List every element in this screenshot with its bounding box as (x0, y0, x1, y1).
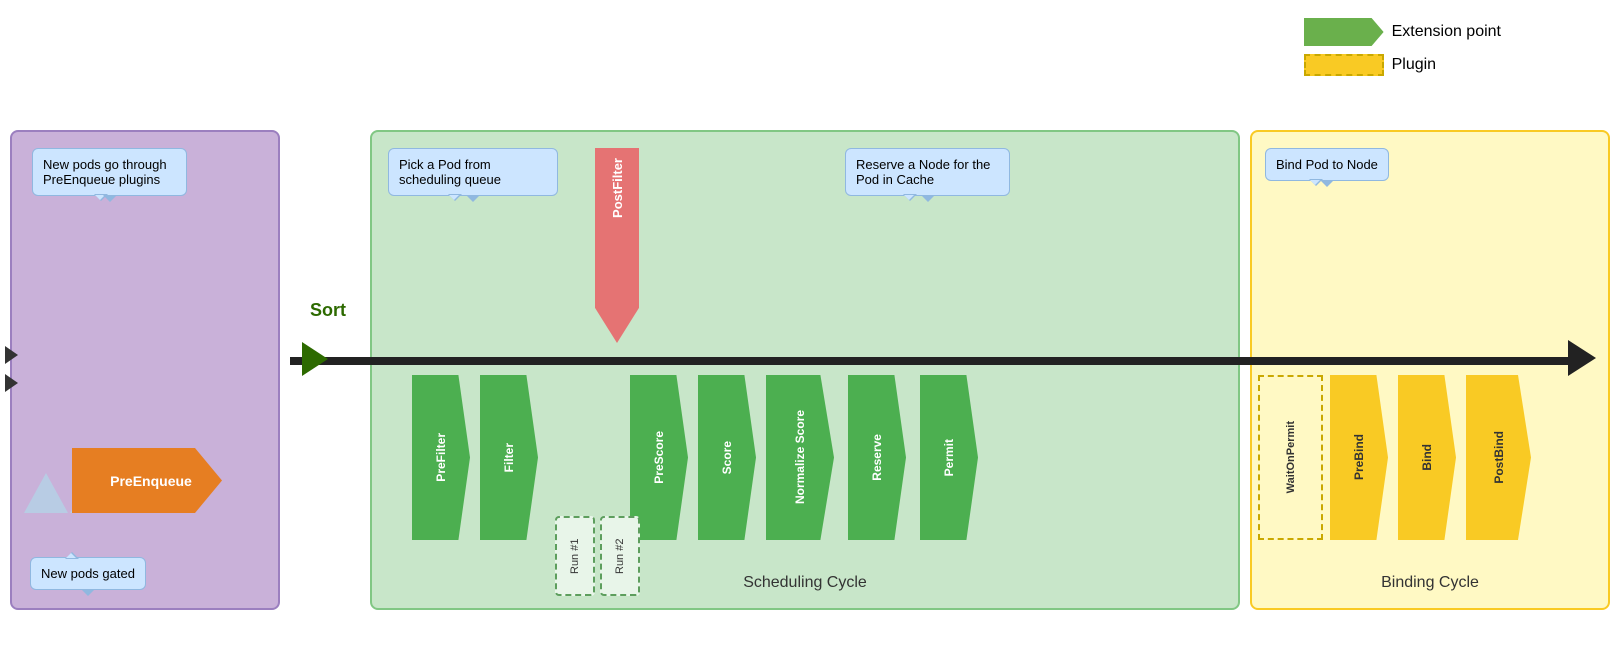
scheduling-cycle-label: Scheduling Cycle (743, 574, 867, 592)
triangle-1 (24, 473, 68, 513)
post-filter-plugin: PostFilter (595, 148, 639, 343)
binding-cycle-label: Binding Cycle (1381, 574, 1479, 592)
reserve-label: Reserve (870, 434, 884, 481)
wait-on-permit: WaitOnPermit (1258, 375, 1323, 540)
main-diagram: Extension point Plugin Scheduling Cycle … (0, 0, 1621, 668)
score-plugin: Score (698, 375, 756, 540)
bubble-gated: New pods gated (30, 557, 185, 590)
bubble-bind-pod: Bind Pod to Node (1265, 148, 1420, 181)
permit-label: Permit (942, 439, 956, 476)
score-label: Score (720, 441, 734, 474)
incoming-arrow-2 (5, 374, 18, 392)
main-flow-arrowhead (1568, 340, 1596, 376)
incoming-arrow-1 (5, 346, 18, 364)
filter-label: Filter (502, 443, 516, 472)
sort-label: Sort (310, 300, 346, 320)
pick-pod-text: Pick a Pod from scheduling queue (399, 157, 501, 187)
prescore-label: PreScore (652, 431, 666, 484)
post-filter-label: PostFilter (610, 158, 625, 218)
sort-container: Sort (310, 300, 346, 321)
bind-pod-text: Bind Pod to Node (1276, 157, 1378, 172)
main-flow-line (290, 357, 1575, 365)
sort-arrow (302, 342, 328, 376)
bind-label: Bind (1420, 444, 1434, 471)
incoming-arrows (5, 346, 18, 392)
legend-green-arrow (1304, 18, 1384, 46)
preenqueue-label: PreEnqueue (102, 473, 192, 489)
run-1-box: Run #1 (555, 516, 595, 596)
legend-green-label: Extension point (1392, 23, 1501, 41)
postbind-plugin: PostBind (1466, 375, 1531, 540)
legend-yellow-rect (1304, 54, 1384, 76)
legend-extension-point: Extension point (1304, 18, 1501, 46)
normalize-score-label: Normalize Score (793, 410, 807, 504)
prequeue-section: New pods go through PreEnqueue plugins P… (10, 130, 280, 610)
postbind-label: PostBind (1492, 431, 1506, 484)
reserve-plugin: Reserve (848, 375, 906, 540)
new-pods-bubble-text: New pods go through PreEnqueue plugins (32, 148, 187, 196)
legend-plugin: Plugin (1304, 54, 1501, 76)
bubble-pick-pod: Pick a Pod from scheduling queue (388, 148, 558, 196)
run-boxes: Run #1 Run #2 (555, 516, 640, 596)
gated-bubble-text: New pods gated (41, 566, 135, 581)
permit-plugin: Permit (920, 375, 978, 540)
preenqueue-plugin: PreEnqueue (72, 448, 222, 513)
reserve-node-text: Reserve a Node for the Pod in Cache (856, 157, 990, 187)
bind-plugin: Bind (1398, 375, 1456, 540)
filter-plugin: Filter (480, 375, 538, 540)
legend-yellow-label: Plugin (1392, 56, 1436, 74)
normalize-score-plugin: Normalize Score (766, 375, 834, 540)
bubble-reserve-node: Reserve a Node for the Pod in Cache (845, 148, 1010, 196)
prefilter-label: PreFilter (434, 433, 448, 482)
prefilter-plugin: PreFilter (412, 375, 470, 540)
legend: Extension point Plugin (1304, 18, 1501, 76)
prebind-plugin: PreBind (1330, 375, 1388, 540)
prebind-label: PreBind (1352, 434, 1366, 480)
wait-on-permit-label: WaitOnPermit (1285, 421, 1297, 493)
run-2-box: Run #2 (600, 516, 640, 596)
bubble-new-pods: New pods go through PreEnqueue plugins (32, 148, 187, 196)
